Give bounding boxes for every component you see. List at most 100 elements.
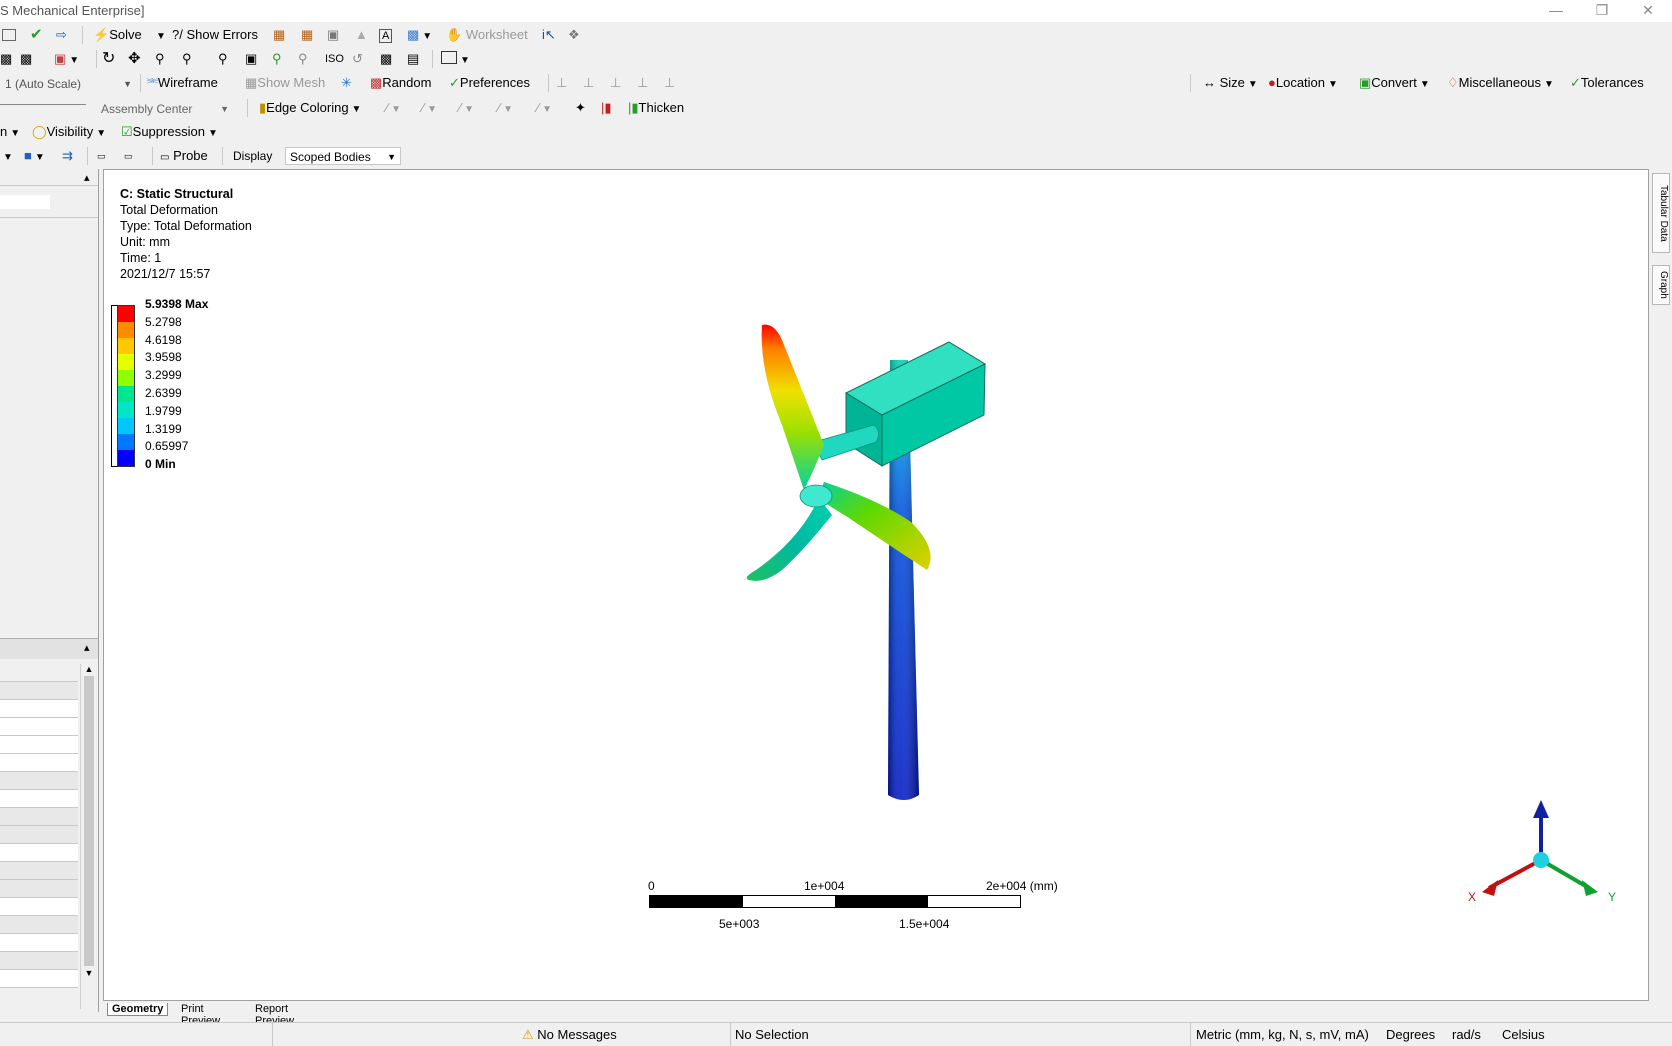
vector-icon[interactable]: ⇉	[62, 144, 73, 168]
turbine-model[interactable]	[664, 270, 1044, 830]
legend-label: 0 Min	[145, 457, 176, 472]
tab-geometry[interactable]: Geometry	[107, 1003, 169, 1016]
thickness-icon[interactable]: |▮	[601, 96, 612, 120]
minimize-button[interactable]: —	[1536, 0, 1576, 22]
messages-status[interactable]: ⚠ No Messages	[522, 1027, 617, 1043]
solve-button[interactable]: ⚡Solve	[93, 23, 142, 47]
annotation-icon-2[interactable]: ⊥	[583, 71, 594, 95]
n-dropdown[interactable]: n ▼	[0, 120, 20, 144]
assembly-center-select[interactable]: Assembly Center ▼	[96, 99, 234, 117]
visibility-button[interactable]: ◯Visibility ▼	[32, 120, 106, 144]
zoom-fit-icon[interactable]: ⚲	[218, 47, 228, 71]
scroll-down-icon[interactable]: ▼	[81, 968, 97, 978]
convert-icon: ▣	[1359, 75, 1372, 90]
annotation-icon-4[interactable]: ⊥	[637, 71, 648, 95]
tag-icon[interactable]: ❖	[568, 23, 580, 47]
pan-icon[interactable]: ✥	[128, 47, 141, 71]
preferences-button[interactable]: ✓Preferences	[449, 71, 530, 95]
info-cursor-icon[interactable]: i↖	[542, 23, 556, 47]
camera-icon[interactable]: ▩	[380, 47, 392, 71]
right-side-strip: Tabular Data Graph	[1650, 169, 1672, 1012]
graph-tab[interactable]: Graph	[1652, 265, 1670, 305]
report-icon[interactable]: ▦	[273, 23, 285, 47]
edge-style-icon-4[interactable]: ∕ ▼	[498, 96, 513, 120]
scale-select[interactable]: 1 (Auto Scale) ▼	[0, 74, 137, 92]
tabular-data-tab[interactable]: Tabular Data	[1652, 173, 1670, 253]
window-title: S Mechanical Enterprise]	[0, 3, 145, 18]
color-cube-icon[interactable]: ■ ▼	[24, 144, 45, 168]
annotation-icon-1[interactable]: ⊥	[556, 71, 567, 95]
annotation-icon-3[interactable]: ⊥	[610, 71, 621, 95]
convert-button[interactable]: ▣Convert ▼	[1359, 71, 1430, 95]
miscellaneous-button[interactable]: ♢Miscellaneous ▼	[1447, 71, 1554, 95]
probe-button[interactable]: ▭ Probe	[160, 144, 208, 168]
tree-item[interactable]	[0, 195, 50, 209]
row6-dropdown[interactable]: ▼	[0, 144, 13, 168]
rotation-units-status[interactable]: rad/s	[1452, 1027, 1481, 1042]
thicken-button[interactable]: |▮Thicken	[628, 96, 684, 120]
color-legend[interactable]	[109, 305, 149, 473]
magnifier-icon[interactable]: ⚲	[272, 47, 282, 71]
axis-y-label: Y	[1608, 890, 1616, 904]
pin-panel-icon[interactable]: ▴	[84, 171, 90, 184]
display-select[interactable]: Scoped Bodies ▼	[285, 147, 401, 165]
restore-button[interactable]: ❐	[1582, 0, 1622, 22]
layout-icon[interactable]: ▼	[441, 47, 470, 71]
figure-icon[interactable]: ▲	[355, 23, 368, 47]
scale-bar	[649, 895, 1021, 908]
axis-triad[interactable]: Z X Y	[1464, 800, 1624, 910]
probe-icon: ▭	[160, 152, 170, 163]
copy-icon[interactable]: ▩	[20, 47, 32, 71]
close-button[interactable]: ✕	[1628, 0, 1668, 22]
rotate-icon[interactable]: ↻	[102, 47, 115, 71]
zoom-icon[interactable]: ⚲	[155, 47, 165, 71]
pin-icon[interactable]: ✦	[575, 96, 586, 120]
panel-icon[interactable]	[2, 23, 19, 47]
details-scrollbar[interactable]: ▲ ▼	[80, 664, 97, 1009]
explode-icon[interactable]: ✳	[341, 71, 352, 95]
edge-style-icon-3[interactable]: ∕ ▼	[459, 96, 474, 120]
units-status[interactable]: Metric (mm, kg, N, s, mV, mA)	[1196, 1027, 1369, 1042]
edge-style-icon-5[interactable]: ∕ ▼	[537, 96, 552, 120]
graphics-viewport[interactable]: C: Static Structural Total Deformation T…	[103, 169, 1649, 1001]
legend-label: 0.65997	[145, 439, 189, 454]
tolerances-button[interactable]: ✓Tolerances	[1570, 71, 1644, 95]
size-button[interactable]: ↔ Size ▼	[1203, 71, 1258, 95]
edge-coloring-button[interactable]: ▮Edge Coloring ▼	[259, 96, 361, 120]
print-icon[interactable]: ▤	[407, 47, 419, 71]
suppression-button[interactable]: ☑Suppression ▼	[121, 120, 218, 144]
solve-dropdown[interactable]: ▼	[153, 23, 166, 47]
pin-details-icon[interactable]: ▴	[84, 641, 90, 654]
edge-style-icon-1[interactable]: ∕ ▼	[386, 96, 401, 120]
max-icon[interactable]: ▭	[97, 144, 106, 168]
temperature-units-status[interactable]: Celsius	[1502, 1027, 1545, 1042]
chart-icon[interactable]: ▦	[301, 23, 313, 47]
wireframe-button[interactable]: ⎃Wireframe	[147, 71, 218, 95]
body-icon[interactable]: ▣ ▼	[54, 47, 79, 71]
previous-view-icon[interactable]: ↺	[352, 47, 363, 71]
magnifier-gray-icon[interactable]: ⚲	[298, 47, 308, 71]
show-errors-button[interactable]: ?/ Show Errors	[172, 23, 258, 47]
graphics-icon[interactable]: ▩	[0, 47, 12, 71]
annotation-icon-5[interactable]: ⊥	[664, 71, 675, 95]
show-mesh-button[interactable]: ▦Show Mesh	[245, 71, 325, 95]
legend-label: 3.2999	[145, 368, 182, 383]
box-zoom-icon[interactable]: ▣	[245, 47, 257, 71]
iso-icon[interactable]: ISO	[325, 47, 344, 71]
scroll-up-icon[interactable]: ▲	[81, 664, 97, 674]
lightning-icon: ⚡	[93, 27, 110, 42]
zoom-box-icon[interactable]: ⚲	[182, 47, 192, 71]
edge-style-icon-2[interactable]: ∕ ▼	[422, 96, 437, 120]
text-icon[interactable]: A	[379, 23, 393, 47]
random-button[interactable]: ▩Random	[370, 71, 431, 95]
image-icon[interactable]: ▣	[327, 23, 339, 47]
scroll-thumb[interactable]	[84, 676, 94, 966]
check-icon[interactable]: ✔	[30, 23, 43, 47]
blade-left	[746, 498, 832, 581]
angle-units-status[interactable]: Degrees	[1386, 1027, 1435, 1042]
min-icon[interactable]: ▭	[124, 144, 133, 168]
location-button[interactable]: ●Location ▼	[1268, 71, 1338, 95]
tree-arrow-icon[interactable]: ⇨	[56, 23, 67, 47]
view-icon[interactable]: ▩ ▼	[407, 23, 432, 47]
worksheet-button[interactable]: ✋ Worksheet	[446, 23, 528, 47]
